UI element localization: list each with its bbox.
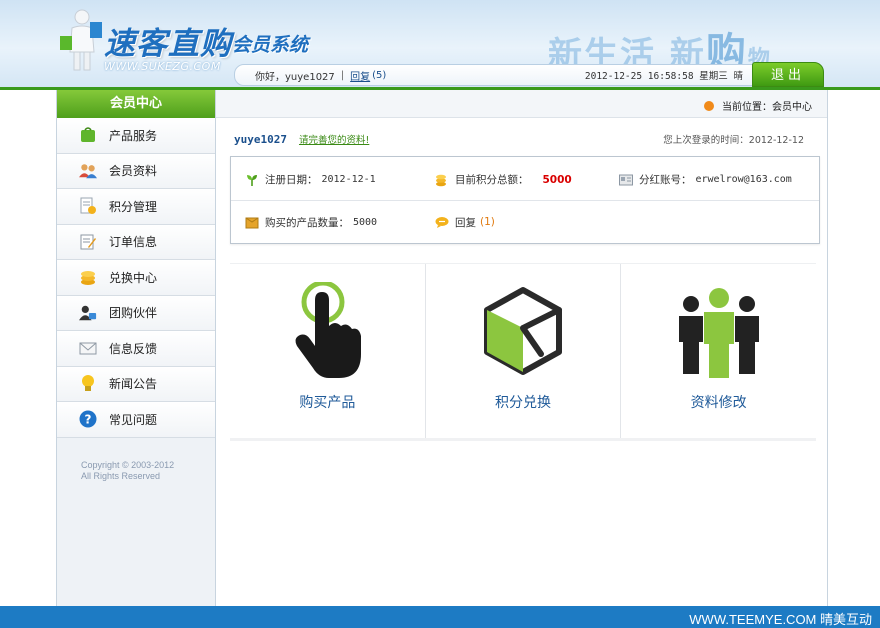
chat-icon: [435, 215, 449, 229]
sidebar-item-news[interactable]: 新闻公告: [57, 366, 215, 402]
greeting: 你好，yuye1027: [255, 71, 335, 83]
sidebar-item-points-management[interactable]: 积分管理: [57, 189, 215, 225]
sidebar-item-product-service[interactable]: 产品服务: [57, 118, 215, 154]
sidebar-item-feedback[interactable]: 信息反馈: [57, 331, 215, 367]
sidebar-item-label: 常见问题: [109, 412, 158, 427]
improve-profile-link[interactable]: 请完善您的资料!: [299, 132, 369, 146]
location-icon: [704, 100, 714, 111]
reg-date-value: 2012-12-1: [321, 174, 376, 185]
last-login: 您上次登录的时间：2012-12-12: [663, 135, 804, 146]
sidebar-item-member-profile[interactable]: 会员资料: [57, 153, 215, 189]
username: yuye1027: [234, 132, 287, 146]
bought-count-label: 购买的产品数量：: [265, 216, 349, 229]
sidebar-item-exchange-center[interactable]: 兑换中心: [57, 260, 215, 296]
bought-count-value: 5000: [353, 216, 378, 228]
bulb-icon: [79, 374, 97, 393]
logo-sub: 会员系统: [232, 34, 309, 56]
points-label: 目前积分总额：: [455, 174, 529, 186]
reply-count: (5): [372, 69, 387, 81]
points-icon: [79, 197, 97, 215]
copyright-line-2: All Rights Reserved: [81, 471, 161, 481]
reg-date-cell: 注册日期： 2012-12-1: [245, 172, 376, 187]
sidebar: 会员中心 产品服务 会员资料 积分管理 订单信息 兑换中心 团购伙伴 信息反馈 …: [56, 90, 216, 606]
logout-button[interactable]: 退出: [752, 62, 824, 87]
profile-edit-tile[interactable]: 资料修改: [621, 264, 816, 438]
sidebar-item-label: 会员资料: [109, 164, 158, 179]
tile-label: 积分兑换: [495, 395, 551, 411]
logo-main: 速客直购: [104, 26, 232, 62]
sidebar-item-label: 信息反馈: [109, 341, 158, 356]
reply-value: (1): [480, 216, 495, 228]
edit-icon: [79, 233, 97, 251]
footer-brand: WWW.TEEMYE.COM 晴美互动: [689, 612, 872, 627]
datetime: 2012-12-25 16:58:58 星期三 晴: [584, 71, 743, 82]
location-bar: 当前位置：会员中心: [216, 90, 828, 118]
sprout-icon: [245, 173, 259, 187]
box-icon: [245, 215, 259, 229]
reg-date-label: 注册日期：: [265, 174, 318, 186]
info-row: 购买的产品数量： 5000 回复 (1): [231, 201, 819, 243]
users-icon: [79, 162, 97, 180]
svg-text:?: ?: [85, 413, 92, 427]
reply-label: 回复: [455, 216, 476, 229]
user-row: yuye1027 请完善您的资料! 您上次登录的时间：2012-12-12: [234, 132, 804, 147]
footer: WWW.TEEMYE.COM 晴美互动: [0, 606, 880, 628]
reply-link[interactable]: 回复: [350, 68, 370, 83]
people-icon: [678, 288, 759, 378]
sidebar-item-label: 产品服务: [109, 128, 158, 143]
header: 速客直购 会员系统 WWW.SUKEZG.COM 新生活 新购物 你好，yuye…: [0, 0, 880, 88]
info-row: 注册日期： 2012-12-1 目前积分总额： 5000 分红账号： erwel…: [231, 159, 819, 201]
sidebar-item-label: 新闻公告: [109, 377, 158, 392]
breadcrumb: 当前位置：会员中心: [704, 98, 812, 113]
separator: |: [340, 69, 345, 81]
quick-actions: 购买产品 积分兑换 资料修改: [230, 263, 816, 441]
mascot-icon: [60, 9, 102, 71]
points-exchange-tile[interactable]: 积分兑换: [426, 264, 622, 438]
content-border: [827, 90, 828, 606]
logo-url: WWW.SUKEZG.COM: [104, 60, 221, 73]
coins-icon: [79, 268, 97, 286]
coins-icon: [435, 173, 449, 187]
points-value: 5000: [542, 173, 572, 186]
partner-icon: [79, 304, 97, 322]
sidebar-item-group-partner[interactable]: 团购伙伴: [57, 295, 215, 331]
sidebar-item-label: 订单信息: [109, 235, 158, 250]
card-icon: [619, 173, 633, 187]
bought-count-cell: 购买的产品数量： 5000: [245, 215, 377, 230]
reply-cell[interactable]: 回复 (1): [435, 215, 495, 230]
member-info-box: 注册日期： 2012-12-1 目前积分总额： 5000 分红账号： erwel…: [230, 156, 820, 244]
cube-icon: [484, 287, 562, 375]
info-bar: 你好，yuye1027 | 回复 (5) 2012-12-25 16:58:58…: [234, 64, 758, 86]
sidebar-item-label: 团购伙伴: [109, 306, 158, 321]
bag-icon: [79, 126, 97, 144]
copyright-line-1: Copyright © 2003-2012: [81, 460, 175, 470]
sidebar-title: 会员中心: [57, 90, 215, 118]
finger-tap-icon: [295, 282, 362, 378]
sidebar-item-faq[interactable]: ? 常见问题: [57, 402, 215, 438]
points-cell: 目前积分总额： 5000: [435, 172, 572, 187]
breadcrumb-text: 当前位置：会员中心: [722, 102, 812, 113]
mail-icon: [79, 339, 97, 357]
bonus-account-label: 分红账号：: [639, 174, 692, 186]
sidebar-item-label: 积分管理: [109, 199, 158, 214]
copyright: Copyright © 2003-2012 All Rights Reserve…: [81, 460, 174, 482]
bonus-account-cell: 分红账号： erwelrow@163.com: [619, 172, 792, 187]
tile-label: 购买产品: [299, 395, 356, 411]
tile-label: 资料修改: [690, 395, 747, 411]
sidebar-item-order-info[interactable]: 订单信息: [57, 224, 215, 260]
sidebar-item-label: 兑换中心: [109, 270, 158, 285]
bonus-account-value: erwelrow@163.com: [695, 174, 792, 185]
help-icon: ?: [79, 410, 97, 428]
buy-products-tile[interactable]: 购买产品: [230, 264, 426, 438]
